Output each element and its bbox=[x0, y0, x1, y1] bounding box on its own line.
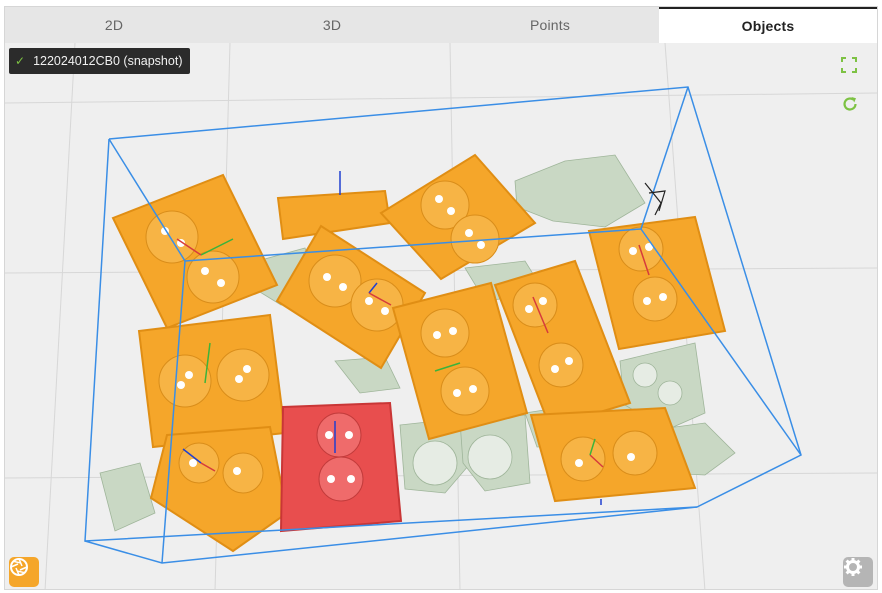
fullscreen-icon bbox=[841, 57, 857, 73]
viewer-panel: 2D 3D Points Objects ✓ 122024012CB0 (sna… bbox=[4, 6, 878, 590]
scene-canvas bbox=[5, 43, 877, 589]
gear-icon bbox=[844, 558, 862, 576]
settings-button[interactable] bbox=[843, 557, 873, 587]
object-5[interactable] bbox=[587, 215, 727, 351]
object-10[interactable] bbox=[529, 406, 697, 503]
capture-button[interactable] bbox=[9, 557, 39, 587]
tab-points[interactable]: Points bbox=[441, 7, 659, 43]
object-2[interactable] bbox=[276, 189, 392, 241]
refresh-icon bbox=[843, 97, 857, 111]
camera-aperture-icon bbox=[10, 558, 28, 576]
object-3[interactable] bbox=[379, 153, 537, 281]
refresh-button[interactable] bbox=[841, 95, 863, 117]
object-selected[interactable] bbox=[279, 401, 403, 533]
detected-objects bbox=[111, 153, 727, 553]
tab-objects[interactable]: Objects bbox=[659, 7, 877, 43]
check-icon: ✓ bbox=[15, 54, 26, 68]
view-tabs: 2D 3D Points Objects bbox=[5, 7, 877, 43]
tab-2d[interactable]: 2D bbox=[5, 7, 223, 43]
snapshot-badge: ✓ 122024012CB0 (snapshot) bbox=[9, 48, 191, 74]
3d-viewport[interactable]: ✓ 122024012CB0 (snapshot) bbox=[5, 43, 877, 589]
snapshot-label: 122024012CB0 (snapshot) bbox=[33, 54, 183, 68]
fullscreen-button[interactable] bbox=[841, 57, 863, 79]
tab-3d[interactable]: 3D bbox=[223, 7, 441, 43]
